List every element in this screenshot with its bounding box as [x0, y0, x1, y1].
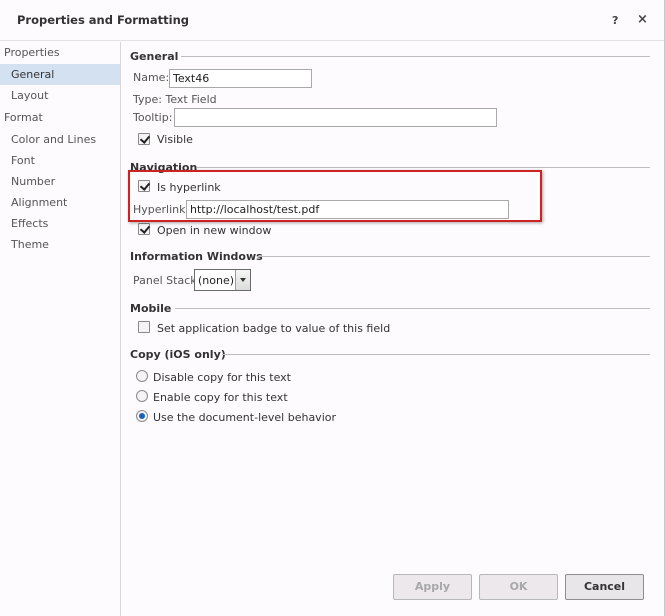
radio-document-level[interactable] — [136, 410, 148, 422]
radio-enable-copy-label: Enable copy for this text — [153, 391, 288, 404]
section-divider — [181, 56, 650, 57]
section-title-mobile: Mobile — [130, 302, 172, 315]
section-title-information-windows: Information Windows — [130, 250, 263, 263]
section-divider — [175, 308, 650, 309]
sidebar-item-alignment[interactable]: Alignment — [0, 192, 120, 213]
visible-checkbox[interactable] — [138, 133, 150, 145]
sidebar-header-properties: Properties — [4, 46, 60, 59]
tooltip-label: Tooltip: — [133, 111, 173, 124]
section-title-general: General — [130, 50, 179, 63]
sidebar-header-format: Format — [4, 111, 43, 124]
sidebar-item-effects[interactable]: Effects — [0, 213, 120, 234]
sidebar-item-font[interactable]: Font — [0, 150, 120, 171]
name-label: Name: — [133, 71, 170, 84]
name-input[interactable] — [169, 69, 312, 88]
radio-enable-copy[interactable] — [136, 390, 148, 402]
badge-label: Set application badge to value of this f… — [157, 322, 391, 335]
sidebar-item-layout[interactable]: Layout — [0, 85, 120, 106]
panel-stack-value: (none) — [198, 274, 235, 287]
panel-stack-select[interactable]: (none) — [194, 269, 251, 291]
section-divider — [197, 167, 650, 168]
chevron-down-icon — [235, 270, 250, 290]
section-title-copy-ios: Copy (iOS only) — [130, 348, 226, 361]
properties-dialog: Properties and Formatting ? × Properties… — [0, 0, 665, 616]
radio-disable-copy-label: Disable copy for this text — [153, 371, 291, 384]
open-new-window-label: Open in new window — [157, 224, 272, 237]
ok-button[interactable]: OK — [479, 574, 558, 600]
badge-checkbox[interactable] — [138, 321, 150, 333]
sidebar-item-color-and-lines[interactable]: Color and Lines — [0, 129, 120, 150]
radio-disable-copy[interactable] — [136, 370, 148, 382]
cancel-button[interactable]: Cancel — [565, 574, 644, 600]
help-icon[interactable]: ? — [612, 14, 618, 27]
tooltip-input[interactable] — [174, 108, 497, 127]
apply-button[interactable]: Apply — [393, 574, 472, 600]
dialog-titlebar: Properties and Formatting ? × — [0, 0, 664, 41]
type-text: Type: Text Field — [133, 93, 217, 106]
radio-document-level-label: Use the document-level behavior — [153, 411, 336, 424]
panel-stack-label: Panel Stack: — [133, 274, 201, 287]
sidebar-item-general[interactable]: General — [0, 64, 120, 85]
dialog-title: Properties and Formatting — [17, 13, 190, 27]
sidebar-item-number[interactable]: Number — [0, 171, 120, 192]
visible-label: Visible — [157, 133, 193, 146]
content-panel: General Name: Type: Text Field Tooltip: … — [121, 42, 664, 616]
highlight-annotation-box — [128, 170, 542, 222]
close-icon[interactable]: × — [637, 12, 648, 27]
open-new-window-checkbox[interactable] — [138, 223, 150, 235]
sidebar: Properties General Layout Format Color a… — [0, 42, 121, 616]
section-divider — [222, 354, 650, 355]
section-divider — [257, 256, 650, 257]
sidebar-item-theme[interactable]: Theme — [0, 234, 120, 255]
